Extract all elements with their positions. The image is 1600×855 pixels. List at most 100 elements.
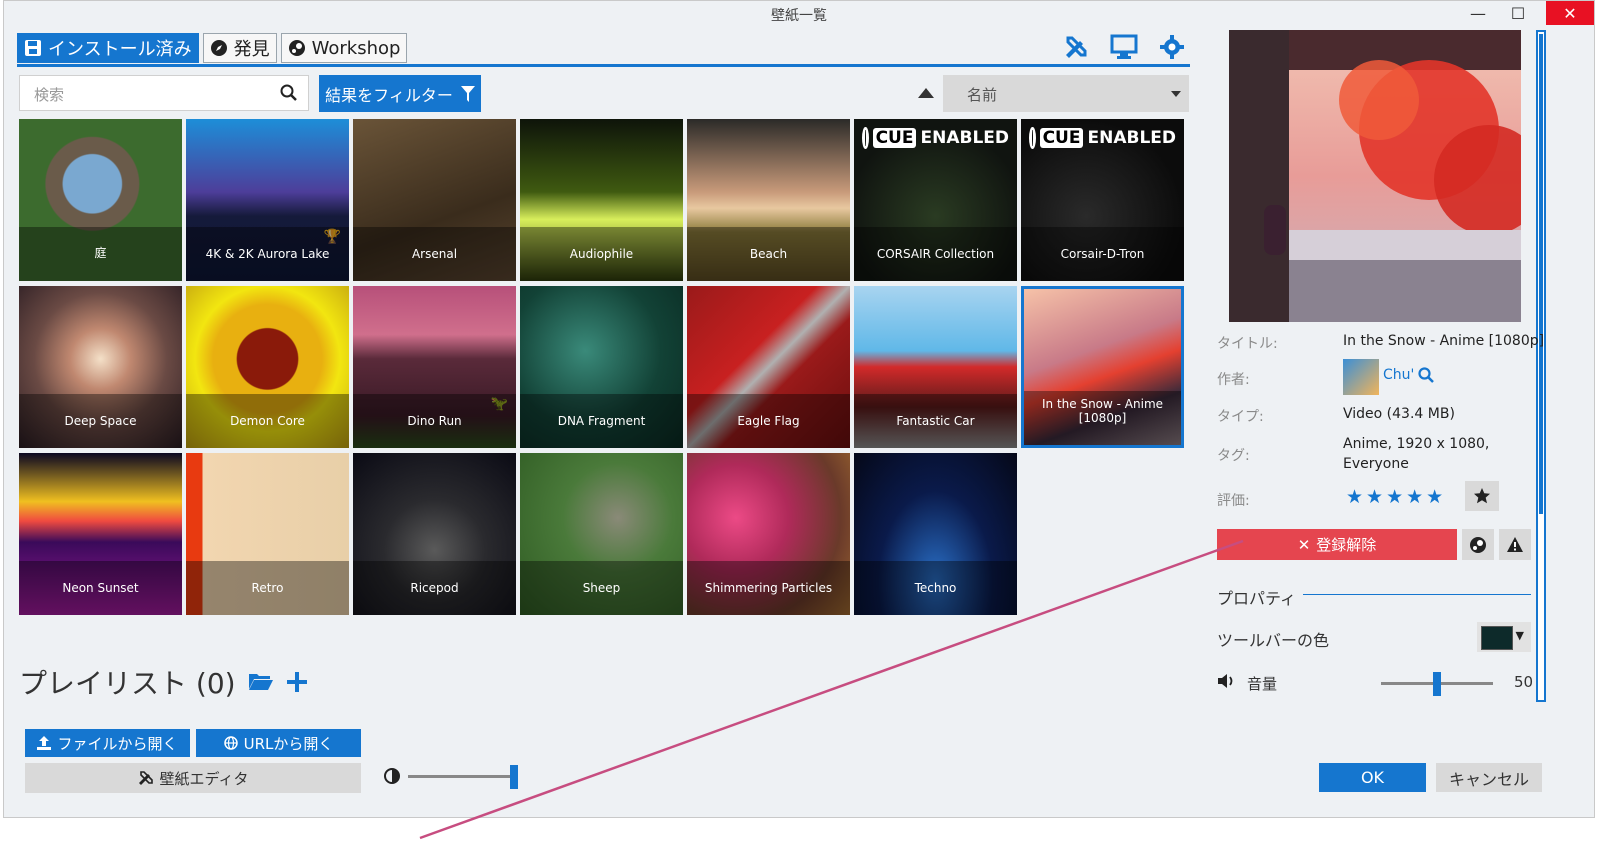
sort-direction-icon[interactable]: [918, 88, 934, 98]
editor-icon: [138, 771, 153, 785]
search-icon[interactable]: [1418, 367, 1435, 383]
volume-slider[interactable]: [1381, 672, 1493, 696]
favorite-button[interactable]: [1465, 481, 1499, 511]
tab-discover[interactable]: 発見: [202, 33, 277, 63]
tags-line-1: Anime, 1920 x 1080,: [1343, 436, 1490, 452]
warning-icon: [1507, 536, 1523, 552]
tab-underline: [17, 64, 1190, 67]
unsubscribe-button[interactable]: ✕ 登録解除: [1217, 529, 1457, 560]
wallpaper-tile[interactable]: 庭: [19, 119, 182, 281]
chevron-down-icon: [1171, 91, 1181, 97]
wallpaper-title: Audiophile: [520, 227, 683, 281]
wallpaper-tile[interactable]: Beach: [687, 119, 850, 281]
wallpaper-tile[interactable]: Shimmering Particles: [687, 453, 850, 615]
wallpaper-tile[interactable]: Audiophile: [520, 119, 683, 281]
corsair-logo-icon: [862, 127, 869, 149]
report-button[interactable]: [1499, 529, 1531, 560]
wallpaper-editor-button[interactable]: 壁紙エディタ: [25, 763, 361, 793]
compass-icon: [210, 40, 227, 56]
wallpaper-tile[interactable]: 🦖 Dino Run: [353, 286, 516, 448]
open-url-button[interactable]: URLから開く: [196, 729, 361, 757]
open-file-label: ファイルから開く: [57, 734, 178, 753]
close-button[interactable]: ✕: [1546, 1, 1594, 25]
minimize-button[interactable]: —: [1458, 1, 1498, 25]
wallpaper-title: In the Snow - Anime [1080p]: [1024, 391, 1181, 445]
wallpaper-tile[interactable]: Eagle Flag: [687, 286, 850, 448]
steam-workshop-button[interactable]: [1462, 529, 1494, 560]
wallpaper-tile[interactable]: 🏆 4K & 2K Aurora Lake: [186, 119, 349, 281]
search-icon[interactable]: [280, 84, 298, 102]
rating-label: 評価:: [1217, 493, 1250, 509]
tab-installed[interactable]: インストール済み: [17, 33, 199, 63]
avatar[interactable]: [1343, 359, 1379, 395]
sort-value: 名前: [967, 86, 998, 104]
title-label: タイトル:: [1217, 336, 1278, 352]
wallpaper-tile[interactable]: Ricepod: [353, 453, 516, 615]
top-toolbar: [1062, 33, 1186, 61]
wallpaper-tile[interactable]: Deep Space: [19, 286, 182, 448]
wallpaper-title: 庭: [19, 227, 182, 281]
enabled-badge-label: ENABLED: [920, 128, 1009, 148]
type-label: タイプ:: [1217, 409, 1264, 425]
wallpaper-title: Demon Core: [186, 394, 349, 448]
wallpaper-tile[interactable]: Fantastic Car: [854, 286, 1017, 448]
cue-enabled-badge: CUE ENABLED: [862, 127, 1009, 149]
author-link[interactable]: Chu': [1383, 367, 1435, 383]
wallpaper-title: Fantastic Car: [854, 394, 1017, 448]
wallpaper-tile[interactable]: Retro: [186, 453, 349, 615]
search-placeholder: 検索: [34, 86, 65, 104]
wallpaper-tile[interactable]: CUE ENABLED Corsair-D-Tron: [1021, 119, 1184, 281]
wallpaper-tile[interactable]: Demon Core: [186, 286, 349, 448]
wallpaper-tile[interactable]: DNA Fragment: [520, 286, 683, 448]
steam-icon: [1470, 536, 1486, 553]
steam-icon: [288, 40, 305, 56]
brightness-slider-thumb[interactable]: [510, 765, 518, 789]
add-icon[interactable]: [286, 671, 308, 693]
folder-open-icon[interactable]: [248, 671, 274, 691]
filter-label: 結果をフィルター: [325, 85, 453, 105]
wallpaper-title: DNA Fragment: [520, 394, 683, 448]
wallpaper-tile[interactable]: Techno: [854, 453, 1017, 615]
monitor-icon[interactable]: [1110, 33, 1138, 61]
tags-label: タグ:: [1217, 448, 1250, 464]
wallpaper-tile[interactable]: Arsenal: [353, 119, 516, 281]
search-input[interactable]: 検索: [19, 75, 309, 111]
window-title: 壁紙一覧: [771, 8, 827, 24]
cue-enabled-badge: CUE ENABLED: [1029, 127, 1176, 149]
volume-value: 50: [1514, 673, 1534, 691]
brightness-slider[interactable]: [408, 765, 518, 789]
wallpaper-tile[interactable]: Neon Sunset: [19, 453, 182, 615]
gear-icon[interactable]: [1158, 33, 1186, 61]
wallpaper-title: Retro: [186, 561, 349, 615]
tab-workshop[interactable]: Workshop: [280, 33, 408, 63]
ok-button[interactable]: OK: [1319, 763, 1426, 792]
wallpaper-tile[interactable]: In the Snow - Anime [1080p]: [1021, 286, 1184, 448]
save-icon: [25, 40, 41, 56]
wallpaper-title: Sheep: [520, 561, 683, 615]
wallpaper-tile[interactable]: Sheep: [520, 453, 683, 615]
wallpaper-title: Techno: [854, 561, 1017, 615]
volume-slider-thumb[interactable]: [1433, 672, 1441, 696]
scrollbar-thumb[interactable]: [1539, 34, 1543, 514]
maximize-button[interactable]: ☐: [1498, 1, 1538, 25]
close-icon: ✕: [1297, 535, 1311, 554]
title-bar: 壁紙一覧 — ☐ ✕: [4, 1, 1594, 27]
filter-results-button[interactable]: 結果をフィルター: [319, 75, 481, 112]
type-value: Video (43.4 MB): [1343, 406, 1455, 422]
editor-tools-icon[interactable]: [1062, 33, 1090, 61]
tab-installed-label: インストール済み: [48, 39, 192, 60]
tab-discover-label: 発見: [233, 39, 270, 60]
wallpaper-title: Dino Run: [353, 394, 516, 448]
open-url-label: URLから開く: [243, 734, 334, 753]
sort-dropdown[interactable]: 名前: [943, 75, 1189, 112]
properties-divider: [1303, 594, 1531, 595]
details-scrollbar[interactable]: [1536, 30, 1546, 702]
wallpaper-tile[interactable]: CUE ENABLED CORSAIR Collection: [854, 119, 1017, 281]
volume-label: 音量: [1247, 675, 1278, 693]
open-file-button[interactable]: ファイルから開く: [25, 729, 190, 757]
wallpaper-title: Deep Space: [19, 394, 182, 448]
rating-stars: ★★★★★: [1346, 486, 1447, 508]
cancel-button[interactable]: キャンセル: [1436, 763, 1542, 792]
toolbar-color-picker[interactable]: ▼: [1477, 622, 1531, 652]
author-value: Chu': [1383, 367, 1415, 383]
